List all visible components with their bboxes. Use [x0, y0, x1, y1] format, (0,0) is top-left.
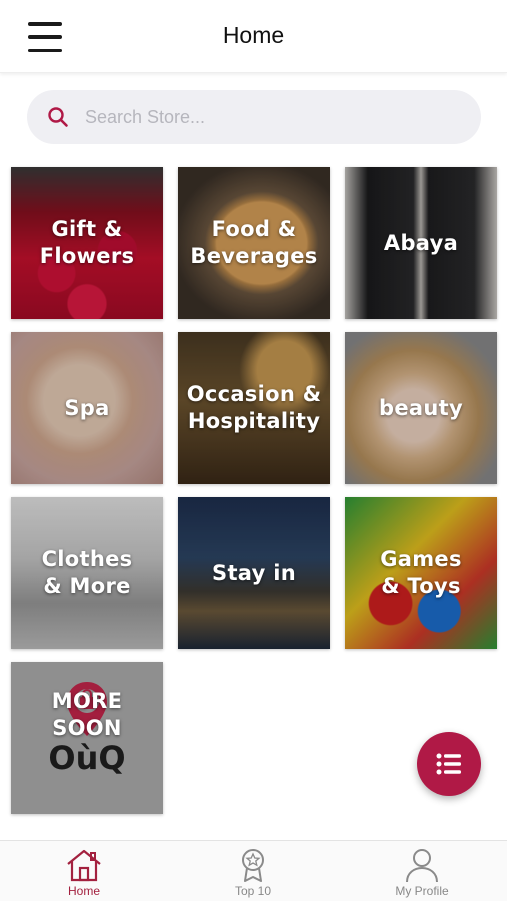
more-soon-label: MORE SOON: [51, 689, 123, 740]
profile-icon: [406, 849, 438, 883]
award-icon: [242, 849, 264, 882]
category-food-beverages[interactable]: Food & Beverages: [178, 167, 330, 319]
category-clothes-more[interactable]: Clothes & More: [11, 497, 163, 649]
list-icon: [436, 753, 461, 775]
category-stay-in[interactable]: Stay in: [178, 497, 330, 649]
category-label: Food & Beverages: [190, 217, 318, 268]
category-label: beauty: [379, 395, 463, 420]
category-label: Clothes & More: [41, 547, 133, 598]
search-input[interactable]: [83, 105, 447, 129]
category-more-soon[interactable]: MORE SOON OùQ: [11, 662, 163, 814]
search-bar[interactable]: [27, 90, 481, 144]
category-beauty[interactable]: beauty: [345, 332, 497, 484]
tab-label: Top 10: [234, 884, 272, 898]
category-label: Gift & Flowers: [39, 217, 135, 268]
bottom-tab-bar: Home Top 10 My Profile: [0, 840, 507, 901]
category-occasion-hospitality[interactable]: Occasion & Hospitality: [178, 332, 330, 484]
category-gift-flowers[interactable]: Gift & Flowers: [11, 167, 163, 319]
brand-logo-text: OùQ: [48, 739, 126, 777]
page-title: Home: [222, 22, 285, 48]
tab-my-profile[interactable]: My Profile: [362, 841, 482, 901]
category-label: Abaya: [383, 230, 459, 255]
tab-home[interactable]: Home: [24, 841, 144, 901]
app-header: Home: [0, 0, 507, 73]
category-spa[interactable]: Spa: [11, 332, 163, 484]
category-label: Occasion & Hospitality: [186, 382, 322, 433]
tab-label: Home: [67, 884, 100, 898]
category-abaya[interactable]: Abaya: [345, 167, 497, 319]
category-label: Spa: [64, 395, 110, 420]
tab-top-10[interactable]: Top 10: [193, 841, 313, 901]
home-icon: [67, 849, 101, 882]
tab-label: My Profile: [395, 884, 449, 898]
category-games-toys[interactable]: Games & Toys: [345, 497, 497, 649]
category-label: Games & Toys: [380, 547, 462, 598]
search-icon: [48, 107, 68, 127]
category-label: Stay in: [212, 560, 296, 585]
list-view-button[interactable]: [417, 732, 481, 796]
